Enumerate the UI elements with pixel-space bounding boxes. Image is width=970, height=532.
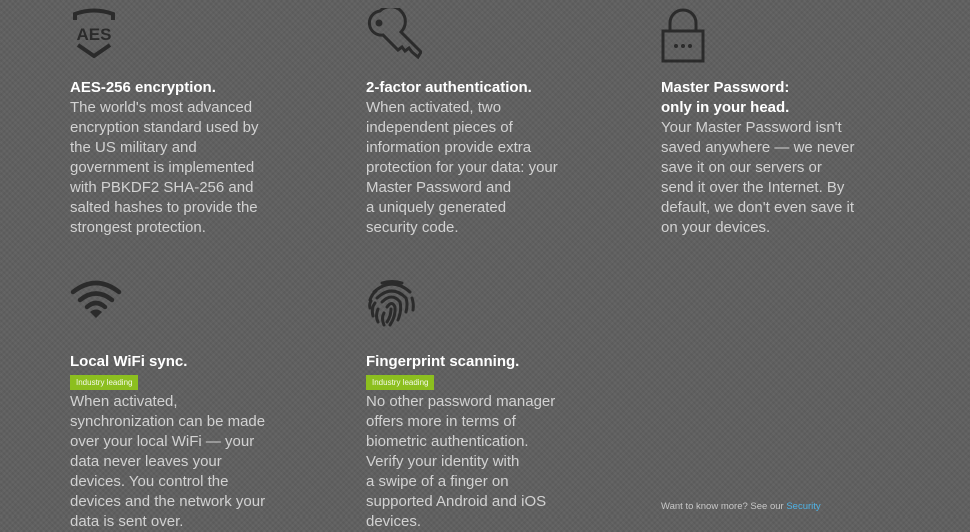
- feature-title-line-2: only in your head.: [661, 99, 790, 116]
- industry-leading-badge: Industry leading: [366, 375, 435, 390]
- learn-more-text: Want to know more? See our: [661, 501, 787, 512]
- feature-description: When activated, two independent pieces o…: [366, 99, 558, 236]
- industry-leading-badge: Industry leading: [70, 375, 139, 390]
- fingerprint-icon: [366, 278, 418, 330]
- feature-description: The world's most advanced encryption sta…: [70, 99, 259, 236]
- feature-title: AES-256 encryption.: [70, 79, 216, 96]
- wifi-icon: [70, 280, 122, 320]
- feature-title: Local WiFi sync.: [70, 353, 188, 370]
- svg-text:AES: AES: [77, 25, 112, 44]
- aes-shield-icon: AES: [70, 8, 118, 58]
- security-link[interactable]: Security: [786, 501, 820, 512]
- key-icon: [366, 8, 422, 60]
- learn-more-note: Want to know more? See our Security: [661, 501, 821, 512]
- feature-description: Your Master Password isn't saved anywher…: [661, 119, 855, 236]
- feature-description: When activated, synchronization can be m…: [70, 393, 266, 530]
- feature-title: 2-factor authentication.: [366, 79, 532, 96]
- feature-title: Master Password:: [661, 79, 790, 96]
- feature-description: No other password manager offers more in…: [366, 393, 556, 530]
- feature-title: Fingerprint scanning.: [366, 353, 520, 370]
- padlock-icon: [661, 7, 705, 63]
